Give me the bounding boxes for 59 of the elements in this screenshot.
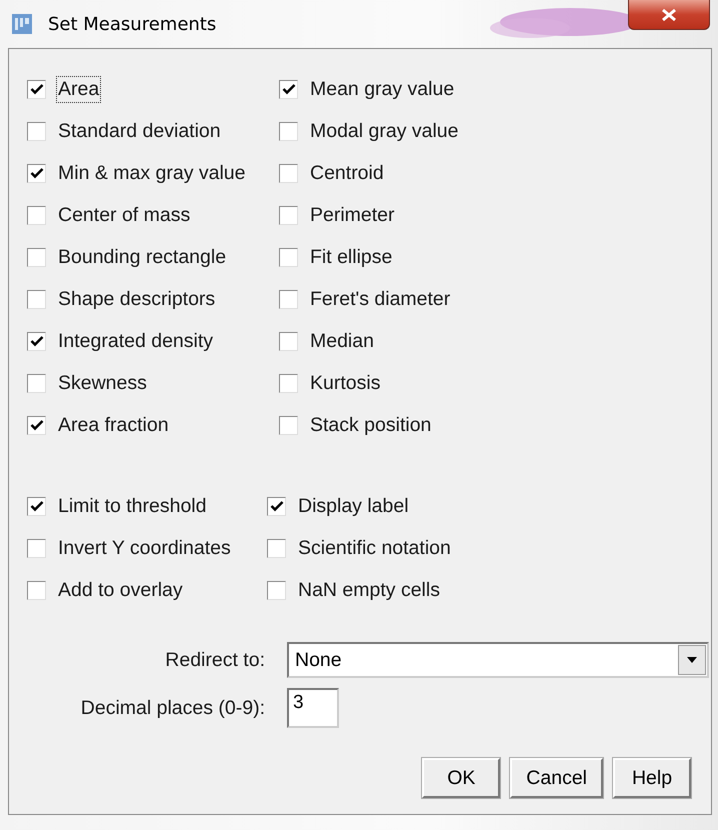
checkbox-label: Perimeter (309, 202, 396, 228)
dialog-button[interactable]: Help (613, 758, 691, 798)
checkbox-label: Shape descriptors (57, 286, 216, 312)
checkbox[interactable] (279, 122, 298, 140)
checkbox-label: Bounding rectangle (57, 244, 228, 270)
checkbox[interactable] (27, 374, 46, 392)
checkbox-label: Center of mass (57, 202, 192, 228)
decimal-places-label: Decimal places (0-9): (80, 696, 265, 720)
checkbox-label: Standard deviation (57, 118, 222, 144)
checkbox-label: Fit ellipse (309, 244, 394, 270)
checkbox[interactable] (27, 248, 46, 266)
checkbox[interactable] (279, 290, 298, 308)
checkbox[interactable] (267, 496, 286, 516)
checkbox-label: Skewness (57, 370, 148, 396)
checkbox-label: Stack position (309, 412, 432, 438)
checkbox[interactable] (27, 538, 46, 558)
checkbox[interactable] (279, 248, 298, 266)
dialog-button[interactable]: Cancel (510, 758, 603, 798)
checkbox-label: Invert Y coordinates (57, 536, 232, 560)
checkbox-label: Limit to threshold (57, 494, 208, 518)
checkbox-label: Modal gray value (309, 118, 460, 144)
checkbox[interactable] (27, 496, 46, 516)
checkbox[interactable] (27, 122, 46, 140)
close-button[interactable] (628, 0, 710, 30)
checkbox[interactable] (279, 164, 298, 182)
checkbox-label: Area fraction (57, 412, 170, 438)
checkbox[interactable] (267, 538, 286, 558)
checkbox[interactable] (27, 80, 46, 98)
checkbox-label: NaN empty cells (297, 578, 441, 602)
window-title: Set Measurements (48, 14, 216, 34)
checkbox-label: Display label (297, 494, 410, 518)
checkbox[interactable] (27, 332, 46, 350)
checkbox-label: Integrated density (57, 328, 214, 354)
checkbox-label: Add to overlay (57, 578, 184, 602)
checkbox-label: Min & max gray value (57, 160, 246, 186)
app-icon (12, 14, 32, 34)
checkbox-label: Area (56, 76, 102, 102)
close-icon[interactable] (660, 8, 678, 22)
checkbox[interactable] (27, 206, 46, 224)
checkbox[interactable] (267, 580, 286, 600)
decimal-places-field[interactable]: 3 (287, 688, 339, 728)
checkbox[interactable] (279, 80, 298, 98)
checkbox[interactable] (27, 580, 46, 600)
redirect-label: Redirect to: (164, 648, 265, 672)
redirect-dropdown[interactable]: None (287, 642, 709, 678)
checkbox[interactable] (27, 164, 46, 182)
checkbox-label: Scientific notation (297, 536, 452, 560)
checkbox-label: Feret's diameter (309, 286, 452, 312)
checkbox-label: Median (309, 328, 375, 354)
dialog-button[interactable]: OK (422, 758, 500, 798)
checkbox-label: Mean gray value (309, 76, 456, 102)
checkbox[interactable] (279, 332, 298, 350)
checkbox[interactable] (279, 206, 298, 224)
checkbox[interactable] (279, 374, 298, 392)
checkbox-label: Kurtosis (309, 370, 382, 396)
checkbox[interactable] (279, 416, 298, 434)
checkbox-label: Centroid (309, 160, 385, 186)
checkbox[interactable] (27, 416, 46, 434)
checkbox[interactable] (27, 290, 46, 308)
